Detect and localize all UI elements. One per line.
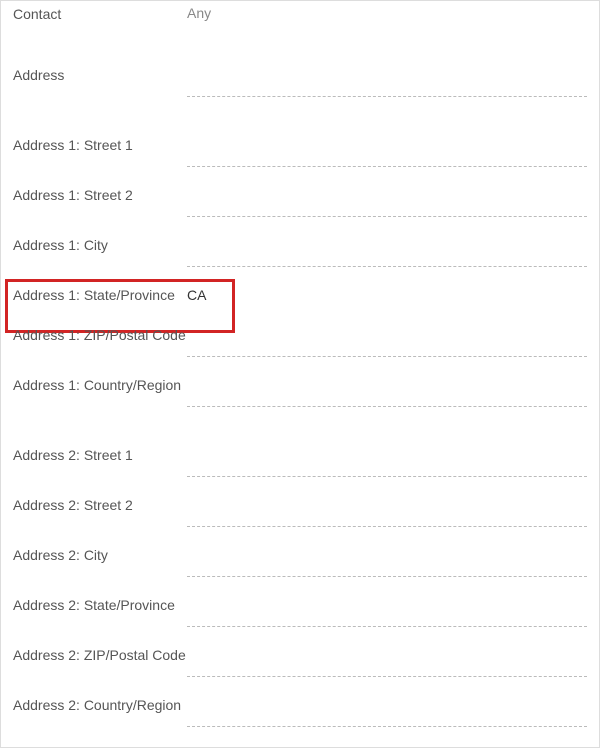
field-row-address: Address [1, 47, 599, 97]
field-value[interactable] [187, 385, 587, 407]
field-label: Address 1: State/Province [13, 285, 187, 305]
field-row-addr1-country: Address 1: Country/Region [1, 357, 599, 407]
field-value-text: CA [187, 287, 206, 303]
field-row-addr1-street1: Address 1: Street 1 [1, 117, 599, 167]
field-value[interactable] [187, 455, 587, 477]
field-row-contact: Contact Any [1, 1, 599, 27]
field-row-addr2-zip: Address 2: ZIP/Postal Code [1, 627, 599, 677]
field-row-addr1-street2: Address 1: Street 2 [1, 167, 599, 217]
field-value[interactable] [187, 655, 587, 677]
field-label: Address 2: Street 2 [13, 495, 187, 515]
field-row-addr2-street2: Address 2: Street 2 [1, 477, 599, 527]
field-value[interactable]: CA [187, 285, 587, 307]
field-value[interactable]: Any [187, 3, 587, 25]
field-value[interactable] [187, 555, 587, 577]
field-label: Contact [13, 4, 187, 24]
field-label: Address 1: Country/Region [13, 375, 187, 395]
field-label: Address [13, 65, 187, 85]
form-panel: Contact Any Address Address 1: Street 1 … [0, 0, 600, 748]
field-row-addr2-street1: Address 2: Street 1 [1, 427, 599, 477]
field-label: Address 2: City [13, 545, 187, 565]
field-label: Address 1: City [13, 235, 187, 255]
group-gap [1, 97, 599, 117]
field-label: Address 1: ZIP/Postal Code [13, 325, 187, 345]
field-value[interactable] [187, 705, 587, 727]
field-value[interactable] [187, 505, 587, 527]
field-row-addr1-state: Address 1: State/Province CA [1, 267, 599, 307]
field-row-addr2-country: Address 2: Country/Region [1, 677, 599, 727]
field-row-addr1-zip: Address 1: ZIP/Postal Code [1, 307, 599, 357]
field-value[interactable] [187, 335, 587, 357]
field-value[interactable] [187, 245, 587, 267]
field-label: Address 2: ZIP/Postal Code [13, 645, 187, 665]
field-label: Address 2: Country/Region [13, 695, 187, 715]
field-label: Address 1: Street 2 [13, 185, 187, 205]
field-value[interactable] [187, 75, 587, 97]
group-gap [1, 27, 599, 47]
field-label: Address 2: State/Province [13, 595, 187, 615]
field-row-addr2-state: Address 2: State/Province [1, 577, 599, 627]
field-value[interactable] [187, 605, 587, 627]
group-gap [1, 407, 599, 427]
field-value[interactable] [187, 145, 587, 167]
field-row-addr2-city: Address 2: City [1, 527, 599, 577]
field-value[interactable] [187, 195, 587, 217]
field-row-addr1-city: Address 1: City [1, 217, 599, 267]
field-label: Address 1: Street 1 [13, 135, 187, 155]
field-label: Address 2: Street 1 [13, 445, 187, 465]
field-value-text: Any [187, 5, 211, 21]
